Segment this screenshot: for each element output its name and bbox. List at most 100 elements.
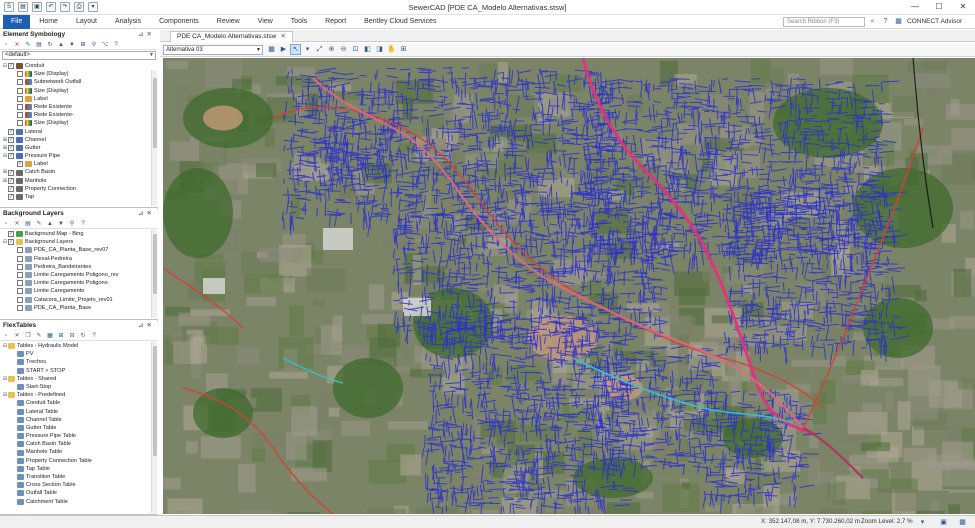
visibility-checkbox[interactable] [17, 255, 23, 262]
tree-item[interactable]: Catacora_Limite_Projeto_rev01 [0, 296, 158, 304]
tree-item[interactable]: Size (Display) [0, 87, 158, 95]
tree-item[interactable]: Lateral Table [0, 408, 158, 416]
help-icon[interactable]: ? [90, 332, 98, 340]
refresh-icon[interactable]: ↻ [79, 332, 87, 340]
select-menu-icon[interactable]: ▾ [303, 45, 312, 54]
tree-item[interactable]: ⊟ ✓ Pressure Pipe [0, 152, 158, 160]
visibility-checkbox[interactable]: ✓ [8, 136, 14, 143]
visibility-checkbox[interactable] [17, 296, 23, 303]
delete-icon[interactable]: ✕ [13, 41, 21, 49]
collapse-icon[interactable]: ⊟ [68, 332, 76, 340]
compute-icon[interactable]: ▶ [279, 45, 288, 54]
network-map[interactable] [163, 58, 975, 514]
tree-item[interactable]: Flexal-Pedreira [0, 255, 158, 263]
tree-item[interactable]: ⊟ Tables - Hydraulic Model [0, 342, 158, 350]
tab-components[interactable]: Components [150, 15, 208, 29]
edit-icon[interactable]: ▤ [35, 41, 43, 49]
visibility-checkbox[interactable] [17, 112, 23, 119]
scenario-manager-icon[interactable]: ▦ [267, 45, 276, 54]
zoom-window-icon[interactable]: ⊡ [351, 45, 360, 54]
visibility-checkbox[interactable] [17, 288, 23, 295]
tree-item[interactable]: ✓ Lateral [0, 128, 158, 136]
tree-item[interactable]: Catch Basin Table [0, 440, 158, 448]
tree-item[interactable]: ✓ Tap [0, 193, 158, 201]
scrollbar-thumb[interactable] [153, 234, 157, 294]
tree-item[interactable]: Size (Display) [0, 70, 158, 78]
help-icon[interactable]: ? [112, 41, 120, 49]
pan-icon[interactable]: ✋ [387, 45, 396, 54]
rename-icon[interactable]: ✎ [35, 220, 43, 228]
tree-item[interactable]: ✓ Label [0, 160, 158, 168]
tree-item[interactable]: ⊞ ✓ Catch Basin [0, 168, 158, 176]
zoom-previous-icon[interactable]: ◧ [363, 45, 372, 54]
tree-item[interactable]: ⊞ ✓ Manhole [0, 177, 158, 185]
filter-icon[interactable]: ⚲ [90, 41, 98, 49]
visibility-checkbox[interactable] [17, 95, 23, 102]
close-panel-icon[interactable]: ✕ [147, 31, 155, 38]
tab-view[interactable]: View [249, 15, 282, 29]
tree-item[interactable]: Transition Table [0, 473, 158, 481]
tab-tools[interactable]: Tools [282, 15, 316, 29]
tree-item[interactable]: ⊟ ✓ Background Layers [0, 238, 158, 246]
tab-report[interactable]: Report [316, 15, 355, 29]
tree-item[interactable]: Trechos [0, 358, 158, 366]
visibility-checkbox[interactable] [17, 304, 23, 311]
duplicate-icon[interactable]: ❐ [24, 332, 32, 340]
tree-item[interactable]: Size (Display) [0, 119, 158, 127]
drawing-view[interactable] [163, 58, 975, 514]
tab-review[interactable]: Review [208, 15, 249, 29]
visibility-checkbox[interactable] [17, 104, 23, 111]
close-panel-icon[interactable]: ✕ [147, 322, 155, 329]
tree-item[interactable]: Limite Caregamento Poligono [0, 279, 158, 287]
close-button[interactable]: ✕ [951, 0, 975, 15]
visibility-checkbox[interactable]: ✓ [8, 144, 14, 151]
delete-icon[interactable]: ✕ [13, 220, 21, 228]
maximize-button[interactable]: ☐ [927, 0, 951, 15]
tree-item[interactable]: Gutter Table [0, 424, 158, 432]
zoom-out-icon[interactable]: ⊖ [339, 45, 348, 54]
tree-item[interactable]: PDE_CA_Planta_Base [0, 304, 158, 312]
visibility-checkbox[interactable]: ✓ [8, 177, 14, 184]
minimize-button[interactable]: — [903, 0, 927, 15]
search-icon[interactable]: ⌕ [868, 17, 877, 26]
visibility-checkbox[interactable]: ✓ [8, 185, 14, 192]
zoom-in-icon[interactable]: ⊕ [327, 45, 336, 54]
tree-item[interactable]: ✓ Property Connection [0, 185, 158, 193]
new-icon[interactable]: ▫ [2, 332, 10, 340]
flextables-scrollbar[interactable] [151, 342, 157, 513]
background-layers-scrollbar[interactable] [151, 230, 157, 318]
tree-item[interactable]: Limite Caregamento Poligono_rev [0, 271, 158, 279]
select-arrow-icon[interactable]: ↖ [290, 44, 301, 55]
tree-item[interactable]: Tap Table [0, 465, 158, 473]
tree-item[interactable]: PDE_CA_Planta_Base_rev07 [0, 246, 158, 254]
visibility-checkbox[interactable] [17, 272, 23, 279]
ribbon-search-input[interactable]: Search Ribbon (F3) [783, 17, 865, 27]
move-up-icon[interactable]: ▲ [46, 220, 54, 228]
tab-home[interactable]: Home [30, 15, 67, 29]
save-icon[interactable]: ▣ [939, 518, 948, 527]
move-up-icon[interactable]: ▲ [57, 41, 65, 49]
scrollbar-thumb[interactable] [153, 346, 157, 456]
tree-item[interactable]: Manhole Table [0, 448, 158, 456]
visibility-checkbox[interactable]: ✓ [8, 231, 14, 238]
scrollbar-thumb[interactable] [153, 78, 157, 148]
delete-icon[interactable]: ✕ [13, 332, 21, 340]
tree-item[interactable]: Property Connection Table [0, 457, 158, 465]
tree-item[interactable]: Channel Table [0, 416, 158, 424]
tree-item[interactable]: Rede Existente- [0, 111, 158, 119]
close-tab-icon[interactable]: ✕ [280, 33, 285, 40]
tree-item[interactable]: Start-Stop [0, 383, 158, 391]
help-icon[interactable]: ? [79, 220, 87, 228]
visibility-checkbox[interactable] [17, 247, 23, 254]
expand-icon[interactable]: ⊞ [79, 41, 87, 49]
visibility-checkbox[interactable]: ✓ [8, 63, 14, 70]
document-tab[interactable]: PDE CA_Modelo Alternativas.stsw ✕ [170, 31, 293, 42]
tree-item[interactable]: ⊟ ✓ Conduit [0, 62, 158, 70]
pin-icon[interactable]: ⊿ [138, 31, 146, 38]
tree-item[interactable]: Outfall Table [0, 489, 158, 497]
rename-icon[interactable]: ✎ [35, 332, 43, 340]
tree-icon[interactable]: ⌥ [101, 41, 109, 49]
new-icon[interactable]: ▫ [2, 220, 10, 228]
tree-item[interactable]: Catchment Table [0, 498, 158, 506]
tree-item[interactable]: Subnetwork Outfall [0, 78, 158, 86]
